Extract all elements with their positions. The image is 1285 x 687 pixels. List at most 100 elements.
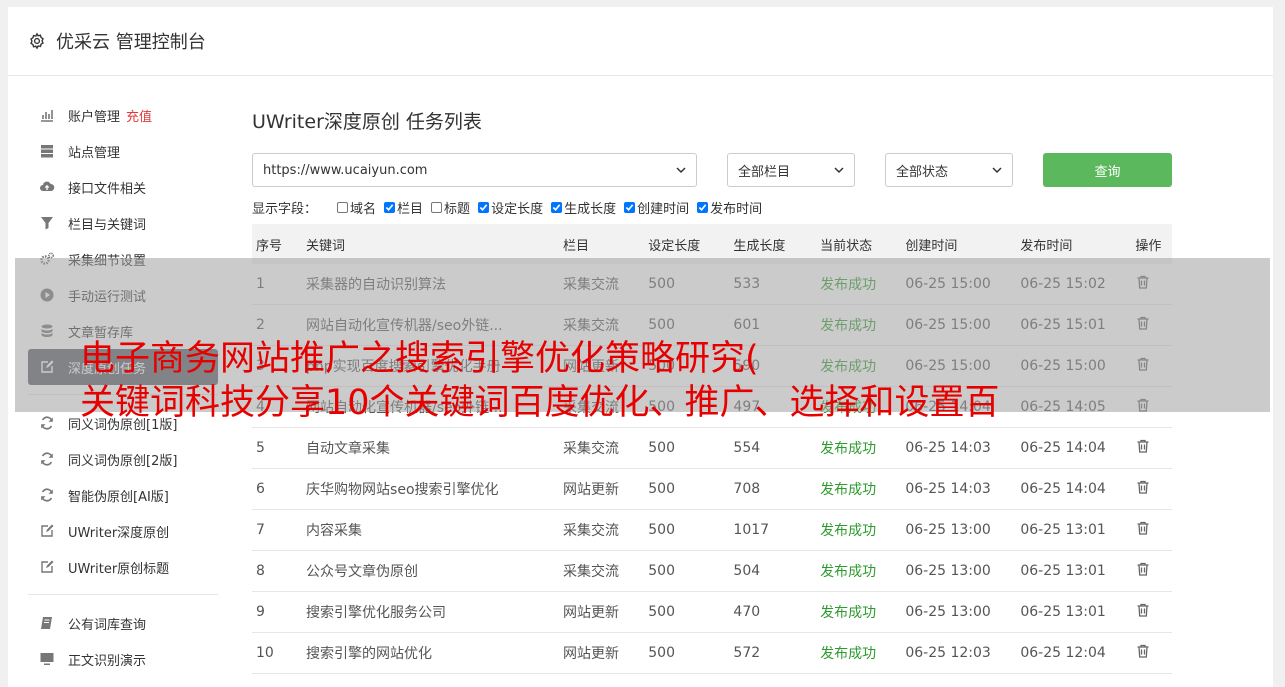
field-checkbox[interactable]: 域名	[337, 198, 376, 217]
table-cell: 500	[644, 468, 730, 510]
column-select[interactable]: 全部栏目	[727, 153, 855, 187]
table-row: 6 庆华购物网站seo搜索引擎优化 网站更新 500 708 发布成功 06-25 14:0…	[252, 468, 1172, 510]
table-cell: 采集交流	[559, 427, 645, 469]
trash-icon[interactable]	[1135, 602, 1151, 618]
table-cell-actions	[1131, 509, 1172, 551]
table-cell: 500	[644, 509, 730, 551]
trash-icon[interactable]	[1135, 479, 1151, 495]
checkbox-checked-icon[interactable]	[384, 201, 396, 213]
table-cell-actions	[1131, 591, 1172, 633]
column-select-value: 全部栏目	[738, 164, 791, 180]
table-cell: 采集交流	[559, 550, 645, 592]
trash-icon[interactable]	[1135, 438, 1151, 454]
fields-label: 显示字段：	[252, 201, 318, 217]
checkbox-checked-icon[interactable]	[478, 201, 490, 213]
checkbox-checked-icon[interactable]	[697, 201, 709, 213]
table-cell: 500	[644, 550, 730, 592]
sidebar-item-4[interactable]: 栏目与关键词	[28, 205, 218, 241]
sidebar-item-label: 栏目与关键词	[68, 217, 147, 233]
recharge-link[interactable]: 充值	[126, 106, 152, 125]
table-cell: 500	[644, 632, 730, 674]
overlay-line-1: 电子商务网站推广之搜索引擎优化策略研究(	[80, 339, 759, 379]
table-row: 9 搜索引擎优化服务公司 网站更新 500 470 发布成功 06-25 13:00 06-2…	[252, 591, 1172, 633]
table-cell: 1017	[729, 509, 817, 551]
display-fields: 显示字段： 域名 栏目 标题 设定长度 生成长度 创建时间 发布时间	[252, 197, 1172, 217]
sidebar-divider	[28, 594, 218, 595]
sidebar-item-2[interactable]: 同义词伪原创[2版]	[28, 441, 218, 477]
table-cell: 发布成功	[816, 468, 902, 510]
bar-chart-icon	[38, 106, 56, 124]
table-cell: 06-25 13:00	[901, 591, 1017, 633]
status-select[interactable]: 全部状态	[885, 153, 1013, 187]
table-row: 7 内容采集 采集交流 500 1017 发布成功 06-25 13:00 06-25 13:…	[252, 509, 1172, 551]
overlay-watermark-text: 电子商务网站推广之搜索引擎优化策略研究( 关键词科技分享10个关键词百度优化、推…	[80, 337, 1280, 425]
checkbox-empty-icon[interactable]	[337, 201, 349, 213]
sidebar-item-1[interactable]: 公有词库查询	[28, 605, 218, 641]
table-cell: 公众号文章伪原创	[302, 550, 560, 592]
checkbox-checked-icon[interactable]	[624, 201, 636, 213]
table-cell: 庆华购物网站seo搜索引擎优化	[302, 468, 560, 510]
table-cell: 708	[729, 468, 817, 510]
trash-icon[interactable]	[1135, 520, 1151, 536]
trash-icon[interactable]	[1135, 643, 1151, 659]
table-cell: 5	[252, 427, 303, 469]
edit-icon	[38, 522, 56, 540]
sidebar-item-3[interactable]: 接口文件相关	[28, 169, 218, 205]
table-cell: 8	[252, 550, 303, 592]
sidebar-item-1[interactable]: 账户管理 充值	[28, 97, 218, 133]
sidebar-item-label: 同义词伪原创[2版]	[68, 453, 178, 469]
field-checkbox-label: 域名	[350, 201, 377, 217]
table-cell: 06-25 14:03	[901, 427, 1017, 469]
field-checkbox[interactable]: 创建时间	[624, 198, 689, 217]
field-checkbox-label: 发布时间	[710, 201, 763, 217]
table-cell: 采集交流	[559, 509, 645, 551]
table-cell: 06-25 13:01	[1016, 550, 1132, 592]
checkbox-empty-icon[interactable]	[431, 201, 443, 213]
field-checkbox-label: 生成长度	[564, 201, 617, 217]
sidebar-item-3[interactable]: 智能伪原创[AI版]	[28, 477, 218, 513]
sidebar-item-label: 账户管理	[68, 109, 121, 125]
edit-icon	[38, 558, 56, 576]
page-title: UWriter深度原创 任务列表	[252, 111, 482, 133]
refresh-icon	[38, 414, 56, 432]
field-checkbox[interactable]: 生成长度	[551, 198, 616, 217]
table-cell: 搜索引擎优化服务公司	[302, 591, 560, 633]
table-cell: 9	[252, 591, 303, 633]
gear-icon	[30, 32, 44, 50]
field-checkbox[interactable]: 发布时间	[697, 198, 762, 217]
table-cell: 发布成功	[816, 509, 902, 551]
sidebar-item-label: UWriter深度原创	[68, 525, 170, 541]
table-cell: 500	[644, 427, 730, 469]
table-cell: 572	[729, 632, 817, 674]
table-cell: 发布成功	[816, 591, 902, 633]
table-cell: 发布成功	[816, 632, 902, 674]
table-row: 8 公众号文章伪原创 采集交流 500 504 发布成功 06-25 13:00 06-25 …	[252, 550, 1172, 592]
table-cell-actions	[1131, 427, 1172, 469]
query-button[interactable]: 查询	[1043, 153, 1172, 187]
sidebar-item-label: 站点管理	[68, 145, 121, 161]
site-select[interactable]: https://www.ucaiyun.com	[252, 153, 697, 187]
overlay-line-2: 关键词科技分享10个关键词百度优化、推广、选择和设置百	[80, 383, 1000, 423]
monitor-icon	[38, 650, 56, 668]
table-cell: 网站更新	[559, 591, 645, 633]
table-cell: 自动文章采集	[302, 427, 560, 469]
table-cell: 发布成功	[816, 550, 902, 592]
page-header-title: 优采云 管理控制台	[56, 32, 206, 53]
checkbox-checked-icon[interactable]	[551, 201, 563, 213]
sidebar-item-2[interactable]: 正文识别演示	[28, 641, 218, 677]
sidebar-item-4[interactable]: UWriter深度原创	[28, 513, 218, 549]
table-cell: 搜索引擎的网站优化	[302, 632, 560, 674]
field-checkbox[interactable]: 栏目	[384, 198, 423, 217]
table-cell: 网站更新	[559, 468, 645, 510]
trash-icon[interactable]	[1135, 561, 1151, 577]
sidebar-item-2[interactable]: 站点管理	[28, 133, 218, 169]
table-cell: 06-25 13:00	[901, 509, 1017, 551]
field-checkbox-label: 设定长度	[491, 201, 544, 217]
field-checkbox[interactable]: 标题	[431, 198, 470, 217]
field-checkbox[interactable]: 设定长度	[478, 198, 543, 217]
server-icon	[38, 142, 56, 160]
table-cell: 内容采集	[302, 509, 560, 551]
sidebar-item-5[interactable]: UWriter原创标题	[28, 549, 218, 585]
sidebar-item-label: 智能伪原创[AI版]	[68, 489, 169, 505]
table-cell: 06-25 14:04	[1016, 468, 1132, 510]
